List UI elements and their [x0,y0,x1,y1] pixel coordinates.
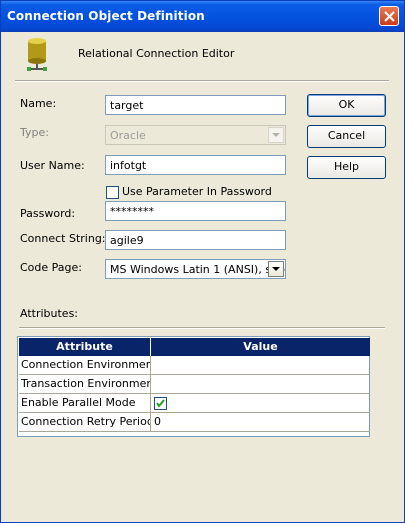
attribute-cell: Connection Retry Period [19,413,151,431]
close-icon [384,11,395,22]
attributes-divider [19,327,385,329]
attributes-label: Attributes: [20,307,79,320]
table-row[interactable]: Connection Retry Period 0 [19,413,370,432]
value-cell[interactable] [151,375,370,393]
type-select-value: Oracle [110,129,146,142]
username-input[interactable]: infotgt [105,155,286,175]
attribute-cell: Connection Environment SQL [19,356,151,374]
table-row[interactable]: Enable Parallel Mode [19,394,370,413]
grid-empty-area [17,437,387,511]
table-row[interactable]: Connection Environment SQL [19,356,370,375]
value-cell[interactable] [151,394,370,412]
type-select[interactable]: Oracle [105,125,286,145]
ok-button[interactable]: OK [307,94,386,117]
header-text: Relational Connection Editor [78,47,235,60]
password-input[interactable]: ******** [105,201,286,221]
help-button[interactable]: Help [307,156,386,179]
code-page-select[interactable]: MS Windows Latin 1 (ANSI), superset of L… [105,259,286,279]
dialog-window: Connection Object Definition Relational … [0,0,405,523]
column-header-attribute[interactable]: Attribute [19,338,151,356]
use-parameter-checkbox[interactable] [106,186,119,199]
connect-string-input[interactable]: agile9 [105,230,286,250]
use-parameter-label[interactable]: Use Parameter In Password [122,185,272,198]
chevron-down-icon [272,133,280,137]
value-cell[interactable]: 0 [151,413,370,431]
table-row[interactable]: Transaction Environment SQL [19,375,370,394]
type-label: Type: [20,126,49,139]
attribute-cell: Transaction Environment SQL [19,375,151,393]
username-label: User Name: [20,159,85,172]
header-divider [15,80,389,82]
close-button[interactable] [379,6,399,26]
name-label: Name: [20,97,57,110]
attributes-grid[interactable]: Attribute Value Connection Environment S… [17,336,370,437]
code-page-value: MS Windows Latin 1 (ANSI), superset of L… [110,263,285,276]
password-label: Password: [20,207,76,220]
database-icon [27,38,47,71]
column-header-value[interactable]: Value [151,338,370,356]
code-page-dropdown-button[interactable] [268,261,284,277]
code-page-label: Code Page: [20,261,82,274]
connect-string-label: Connect String: [20,232,106,245]
type-dropdown-button[interactable] [268,127,284,143]
value-cell[interactable] [151,356,370,374]
attribute-cell: Enable Parallel Mode [19,394,151,412]
checkmark-icon [156,399,165,408]
name-input[interactable]: target [105,95,286,115]
window-title: Connection Object Definition [7,9,205,23]
cancel-button[interactable]: Cancel [307,125,386,148]
chevron-down-icon [272,267,280,271]
enable-parallel-mode-checkbox[interactable] [154,397,167,410]
title-bar[interactable]: Connection Object Definition [1,1,404,32]
